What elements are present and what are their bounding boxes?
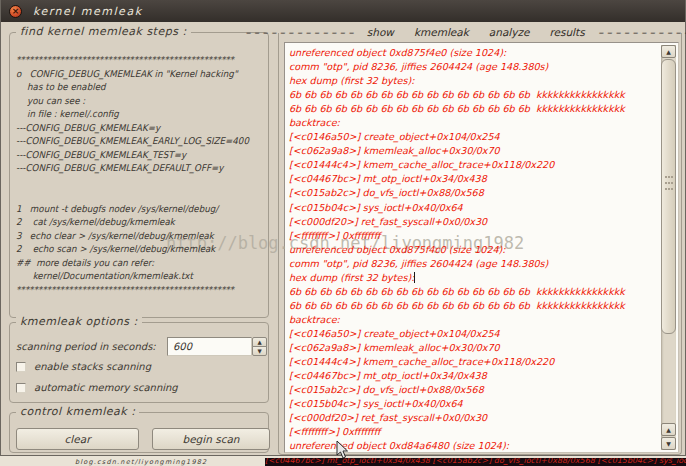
background-terminal-strip: [<c04467bc>] mt_otp_ioctl+0x34/0x438 [<c… xyxy=(265,458,686,466)
header-word-show: show xyxy=(367,26,394,38)
log-line: [<ffffffff>] 0xffffffff xyxy=(289,229,625,243)
control-groupbox: control kmemleak : clear begin scan xyxy=(9,412,269,453)
log-line: unreferenced object 0xd875f4c0 (size 102… xyxy=(289,243,625,257)
scroll-down-icon[interactable]: ▼ xyxy=(661,437,676,450)
log-line: [<c062a9a8>] kmemleak_alloc+0x30/0x70 xyxy=(289,144,625,158)
steps-text-line xyxy=(16,175,249,189)
log-line: hex dump (first 32 bytes): xyxy=(289,271,625,285)
titlebar[interactable]: × kernel memleak xyxy=(1,0,685,22)
log-line: [<c0146a50>] create_object+0x104/0x254 xyxy=(289,130,625,144)
steps-groupbox-label: find kernel memleak steps : xyxy=(16,25,191,38)
background-terminal-log: [<c04467bc>] mt_otp_ioctl+0x34/0x438 [<c… xyxy=(265,458,686,465)
begin-scan-button[interactable]: begin scan xyxy=(152,428,270,450)
scanning-period-spinbox[interactable]: 600 ▲ ▼ xyxy=(167,337,267,356)
log-line: [<c062a9a8>] kmemleak_alloc+0x30/0x70 xyxy=(289,341,625,355)
header-word-analyze: analyze xyxy=(489,26,530,38)
control-groupbox-label: control kmemleak : xyxy=(16,405,139,418)
header-word-results: results xyxy=(549,26,584,38)
log-line: 6b 6b 6b 6b 6b 6b 6b 6b 6b 6b 6b 6b 6b 6… xyxy=(289,299,625,313)
scanning-period-input[interactable]: 600 xyxy=(167,337,252,356)
log-line: [<c015ab2c>] do_vfs_ioctl+0x88/0x568 xyxy=(289,383,625,397)
steps-text-line: ---CONFIG_DEBUG_KMEMLEAK_DEFAULT_OFF=y xyxy=(16,161,249,175)
steps-text-line xyxy=(16,188,249,202)
automatic-memory-label: automatic memory scanning xyxy=(34,382,178,393)
log-line: [<c01444c4>] kmem_cache_alloc_trace+0x11… xyxy=(289,355,625,369)
mouse-cursor xyxy=(336,440,350,460)
results-log: unreferenced object 0xd875f4e0 (size 102… xyxy=(289,46,625,453)
scroll-up-icon[interactable]: ▲ xyxy=(661,45,676,58)
log-line: comm "otp", pid 8236, jiffies 2604424 (a… xyxy=(289,60,625,74)
log-line: [<c04467bc>] mt_otp_ioctl+0x34/0x438 xyxy=(289,369,625,383)
steps-text-line: kernel/Documentation/kmemleak.txt xyxy=(16,269,249,283)
steps-text-line: 2 echo scan > /sys/kernel/debug/kmemleak xyxy=(16,242,249,256)
steps-text-line: 2 cat /sys/kernel/debug/kmemleak xyxy=(16,215,249,229)
log-line: hex dump (first 32 bytes): xyxy=(289,74,625,88)
steps-text-line: you can see : xyxy=(16,94,249,108)
results-scrollbar[interactable]: ▲ ▲ ▼ xyxy=(661,45,676,450)
log-line: [<c01444c4>] kmem_cache_alloc_trace+0x11… xyxy=(289,158,625,172)
results-groupbox: – – – – – – – – – – – – – show kmemleak … xyxy=(278,33,682,455)
log-line: 6b 6b 6b 6b 6b 6b 6b 6b 6b 6b 6b 6b 6b 6… xyxy=(289,88,625,102)
log-line: backtrace: xyxy=(289,116,625,130)
log-line: comm "otp", pid 8236, jiffies 2604424 (a… xyxy=(289,257,625,271)
log-line: [<c000df20>] ret_fast_syscall+0x0/0x30 xyxy=(289,411,625,425)
scrollbar-grip xyxy=(665,176,673,190)
steps-groupbox: find kernel memleak steps : ************… xyxy=(9,32,269,318)
background-watermark-small: blog.csdn.net/liyongming1982 xyxy=(75,458,207,466)
results-textarea[interactable]: unreferenced object 0xd875f4e0 (size 102… xyxy=(284,42,679,453)
header-dashes-left: – – – – – – – – – – – – – xyxy=(245,26,357,38)
log-line: backtrace: xyxy=(289,313,625,327)
screen: blog.csdn.net/liyongming1982 [<c04467bc>… xyxy=(0,0,686,466)
steps-text-line: ---CONFIG_DEBUG_KMEMLEAK_EARLY_LOG_SIZE=… xyxy=(16,134,249,148)
enable-stacks-label: enable stacks scanning xyxy=(34,361,151,372)
steps-text-line: has to be enabled xyxy=(16,80,249,94)
scrollbar-thumb[interactable] xyxy=(661,59,676,334)
steps-text-line: ****************************************… xyxy=(16,283,249,297)
close-icon: × xyxy=(10,5,21,18)
options-groupbox-label: kmemleak options : xyxy=(16,315,142,328)
log-line: 6b 6b 6b 6b 6b 6b 6b 6b 6b 6b 6b 6b 6b 6… xyxy=(289,102,625,116)
header-word-kmemleak: kmemleak xyxy=(414,26,469,38)
log-line: [<c0146a50>] create_object+0x104/0x254 xyxy=(289,327,625,341)
automatic-memory-checkbox[interactable] xyxy=(16,383,26,393)
window-title: kernel memleak xyxy=(33,5,143,18)
options-groupbox: kmemleak options : scanning period in se… xyxy=(9,322,269,403)
steps-text: ****************************************… xyxy=(16,53,249,296)
log-line: [<c04467bc>] mt_otp_ioctl+0x34/0x438 xyxy=(289,172,625,186)
log-line: [<ffffffff>] 0xffffffff xyxy=(289,425,625,439)
log-line: unreferenced object 0xd875f4e0 (size 102… xyxy=(289,46,625,60)
clear-button[interactable]: clear xyxy=(16,428,139,450)
steps-text-line: in file : kernel/.config xyxy=(16,107,249,121)
steps-text-line: ---CONFIG_DEBUG_KMEMLEAK_TEST=y xyxy=(16,148,249,162)
steps-text-line: o CONFIG_DEBUG_KMEMLEAK in "Kernel hacki… xyxy=(16,67,249,81)
text-caret xyxy=(414,272,415,283)
steps-text-line: ## more details you can refer: xyxy=(16,256,249,270)
scroll-up2-icon[interactable]: ▲ xyxy=(661,423,676,436)
scanning-period-label: scanning period in seconds: xyxy=(16,341,156,352)
steps-text-line: 1 mount -t debugfs nodev /sys/kernel/deb… xyxy=(16,202,249,216)
close-button[interactable]: × xyxy=(9,5,22,18)
steps-text-line: 3 echo clear > /sys/kernel/debug/kmemlea… xyxy=(16,229,249,243)
steps-text-line: ---CONFIG_DEBUG_KMEMLEAK=y xyxy=(16,121,249,135)
log-line: [<c015ab2c>] do_vfs_ioctl+0x88/0x568 xyxy=(289,186,625,200)
header-dashes-right: – – – – – – – – – – – – – – xyxy=(595,26,686,38)
results-header: – – – – – – – – – – – – – show kmemleak … xyxy=(279,26,681,38)
log-line: 6b 6b 6b 6b 6b 6b 6b 6b 6b 6b 6b 6b 6b 6… xyxy=(289,285,625,299)
log-line: [<c015b04c>] sys_ioctl+0x40/0x64 xyxy=(289,201,625,215)
spin-down-icon[interactable]: ▼ xyxy=(252,346,267,356)
log-line: [<c000df20>] ret_fast_syscall+0x0/0x30 xyxy=(289,215,625,229)
steps-text-line: ****************************************… xyxy=(16,53,249,67)
app-window: × kernel memleak find kernel memleak ste… xyxy=(0,0,686,456)
enable-stacks-checkbox[interactable] xyxy=(16,362,26,372)
log-line: [<c015b04c>] sys_ioctl+0x40/0x64 xyxy=(289,397,625,411)
